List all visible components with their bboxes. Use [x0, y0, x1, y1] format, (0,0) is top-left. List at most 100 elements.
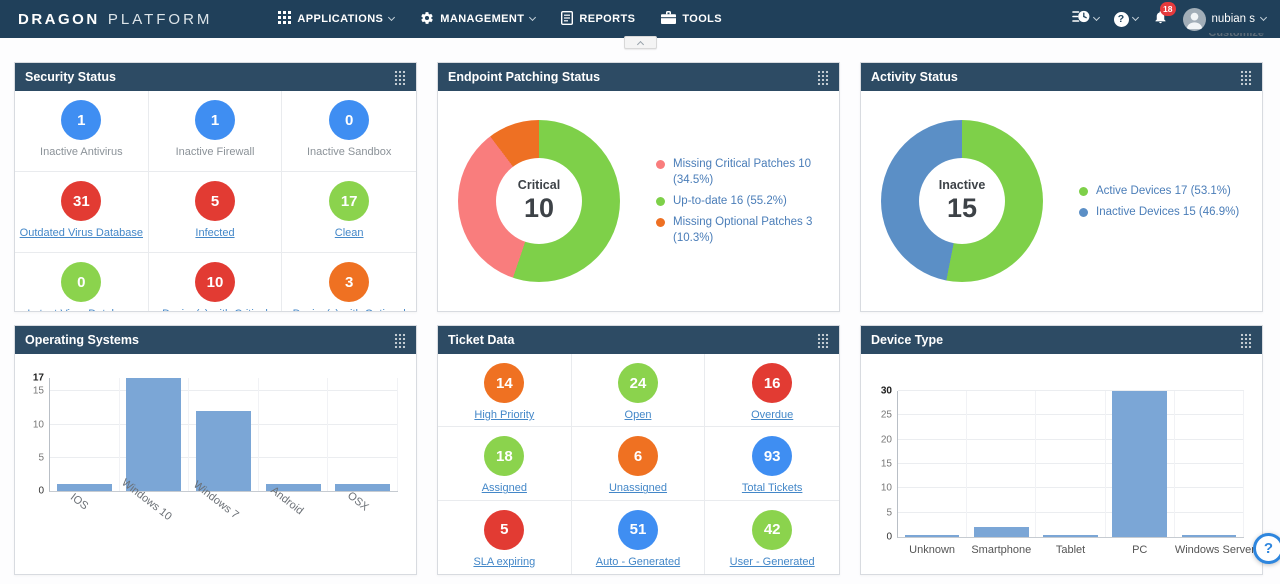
legend-item[interactable]: Up-to-date 16 (55.2%) [656, 193, 831, 209]
bar-column: Tablet [1036, 391, 1105, 537]
stat-link[interactable]: Overdue [751, 409, 793, 422]
help-fab-button[interactable]: ? [1253, 533, 1280, 564]
customize-link[interactable]: Customize [1208, 33, 1264, 44]
user-menu[interactable]: nubian s [1183, 8, 1266, 31]
panel-endpoint-patching-status: Endpoint Patching Status Critical10Missi… [437, 62, 840, 312]
ticket-stats-grid: 14High Priority24Open16Overdue18Assigned… [438, 354, 839, 574]
x-tick-label: OSX [345, 490, 371, 514]
menu-label: APPLICATIONS [297, 13, 383, 25]
panel-operating-systems: Operating Systems 05101517IOSWindows 10W… [14, 325, 417, 575]
legend-dot-icon [656, 218, 665, 227]
stat-cell: 42User - Generated [705, 501, 839, 574]
x-tick-label: IOS [68, 491, 90, 512]
panel-title: Ticket Data [448, 333, 514, 347]
stat-cell: 10 Device(s) with Critical Patch Availabl… [149, 253, 283, 312]
chevron-down-icon [1131, 14, 1138, 21]
stat-value-circle: 1 [61, 100, 101, 140]
help-menu[interactable]: ? [1114, 12, 1138, 27]
menu-item-applications[interactable]: APPLICATIONS [278, 11, 394, 27]
stat-link[interactable]: SLA expiring [473, 556, 535, 569]
chevron-down-icon [1260, 14, 1267, 21]
stat-value-circle: 16 [752, 363, 792, 403]
stat-value-circle: 3 [329, 262, 369, 302]
activity-history-menu[interactable] [1072, 9, 1099, 29]
bar-column: IOS [50, 378, 120, 491]
stat-cell: 51 Auto - Generated [572, 501, 706, 574]
y-tick-label: 5 [886, 507, 892, 518]
panel-device-type: Device Type 05101520253030UnknownSmartph… [860, 325, 1263, 575]
drag-handle-icon[interactable] [1240, 333, 1252, 348]
operating-systems-chart: 05101517IOSWindows 10Windows 7AndroidOSX [15, 354, 416, 574]
bar-column: Windows 7 [189, 378, 259, 491]
legend-item[interactable]: Missing Optional Patches 3 (10.3%) [656, 214, 831, 246]
legend-dot-icon [1079, 208, 1088, 217]
drag-handle-icon[interactable] [394, 70, 406, 85]
drag-handle-icon[interactable] [817, 333, 829, 348]
security-stats-grid: 1Inactive Antivirus1Inactive Firewall0In… [15, 91, 416, 312]
y-tick-label: 15 [33, 386, 44, 397]
bar-column: Android [259, 378, 329, 491]
menu-item-reports[interactable]: REPORTS [561, 11, 635, 28]
stat-cell: 0Inactive Sandbox [282, 91, 416, 172]
drag-handle-icon[interactable] [1240, 70, 1252, 85]
stat-cell: 17Clean [282, 172, 416, 253]
device-type-chart: 05101520253030UnknownSmartphoneTabletPCW… [861, 354, 1262, 574]
drag-handle-icon[interactable] [394, 333, 406, 348]
legend-item[interactable]: Active Devices 17 (53.1%) [1079, 183, 1239, 199]
x-tick-label: Windows Server [1175, 544, 1243, 556]
panel-title: Security Status [25, 70, 116, 84]
panel-security-status: Security Status 1Inactive Antivirus1Inac… [14, 62, 417, 312]
stat-cell: 6Unassigned [572, 427, 706, 500]
stat-value-circle: 10 [195, 262, 235, 302]
endpoint-patching-chart: Critical10 Missing Critical Patches 10 (3… [438, 91, 839, 311]
top-navbar: DRAGON PLATFORM APPLICATIONS MANAGEMENT [0, 0, 1280, 38]
menu-label: MANAGEMENT [440, 13, 524, 25]
chart-legend: Active Devices 17 (53.1%) Inactive Device… [1079, 178, 1239, 225]
stat-link[interactable]: Outdated Virus Database [20, 227, 143, 240]
navbar-right-cluster: ? 18 nubian s [1072, 8, 1266, 31]
donut-center: Inactive15 [919, 158, 1005, 244]
activity-status-chart: Inactive15 Active Devices 17 (53.1%) Inact… [861, 91, 1262, 311]
menu-item-management[interactable]: MANAGEMENT [420, 11, 535, 28]
stat-link[interactable]: High Priority [474, 409, 534, 422]
donut-center-value: 10 [524, 193, 554, 224]
y-tick-label: 10 [33, 419, 44, 430]
brand-name-light: PLATFORM [108, 11, 213, 28]
stat-link[interactable]: Assigned [482, 482, 527, 495]
donut-chart: Critical10 [458, 120, 620, 282]
stat-link[interactable]: Infected [195, 227, 234, 240]
dashboard-grid: Security Status 1Inactive Antivirus1Inac… [14, 62, 1263, 575]
stat-cell: 31Outdated Virus Database [15, 172, 149, 253]
stat-value-circle: 5 [484, 510, 524, 550]
stat-value-circle: 51 [618, 510, 658, 550]
panel-title: Activity Status [871, 70, 958, 84]
notifications-button[interactable]: 18 [1153, 9, 1168, 30]
menu-item-tools[interactable]: TOOLS [661, 11, 722, 27]
drag-handle-icon[interactable] [817, 70, 829, 85]
stat-cell: 16 Overdue [705, 354, 839, 427]
stat-link[interactable]: Clean [335, 227, 364, 240]
stat-cell: 18Assigned [438, 427, 572, 500]
stat-link[interactable]: Device(s) with Critical Patch Available [149, 308, 282, 312]
panel-title: Device Type [871, 333, 943, 347]
legend-item[interactable]: Missing Critical Patches 10 (34.5%) [656, 156, 831, 188]
stat-link[interactable]: Auto - Generated [596, 556, 680, 569]
donut-center-label: Critical [518, 178, 560, 192]
stat-link[interactable]: Latest Virus Database Installed [15, 308, 148, 312]
stat-value-circle: 93 [752, 436, 792, 476]
bar-plot-area: 05101520253030UnknownSmartphoneTabletPCW… [897, 391, 1244, 538]
stat-value-circle: 5 [195, 181, 235, 221]
help-icon: ? [1114, 12, 1129, 27]
stat-link[interactable]: User - Generated [730, 556, 815, 569]
bar-column: Smartphone [967, 391, 1036, 537]
collapse-panel-button[interactable] [624, 36, 657, 49]
stat-link[interactable]: Total Tickets [742, 482, 803, 495]
stat-link[interactable]: Open [625, 409, 652, 422]
stat-link[interactable]: Device(s) with Optional Patches [282, 308, 416, 312]
legend-item[interactable]: Inactive Devices 15 (46.9%) [1079, 204, 1239, 220]
stat-link[interactable]: Unassigned [609, 482, 667, 495]
legend-dot-icon [656, 160, 665, 169]
donut-center-label: Inactive [939, 178, 986, 192]
brand-logo[interactable]: DRAGON PLATFORM [18, 11, 212, 28]
chart-legend: Missing Critical Patches 10 (34.5%) Up-to… [656, 151, 831, 251]
